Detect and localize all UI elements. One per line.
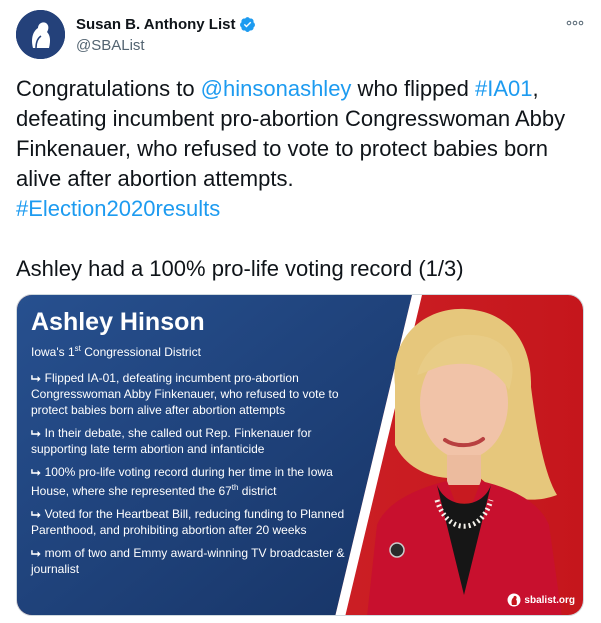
card-bullet-text: district (238, 484, 277, 498)
arrow-icon: ⮡ (31, 546, 41, 560)
site-url-text: sbalist.org (524, 594, 575, 606)
card-bullet-text: Flipped IA-01, defeating incumbent pro-a… (31, 371, 339, 417)
hashtag-link-election[interactable]: #Election2020results (16, 196, 220, 221)
card-bullet: ⮡ mom of two and Emmy award-winning TV br… (31, 545, 361, 577)
tweet-image-card[interactable]: Ashley Hinson Iowa's 1st Congressional D… (16, 294, 584, 616)
tweet-text-segment: defeating incumbent pro-abortion Congres… (16, 106, 566, 191)
tweet-text: Congratulations to @hinsonashley who fli… (16, 74, 586, 284)
tweet-text-segment: , (532, 76, 539, 101)
user-handle[interactable]: @SBAList (76, 37, 145, 54)
more-options-icon[interactable] (564, 12, 586, 34)
hashtag-link-ia01[interactable]: #IA01 (475, 76, 533, 101)
arrow-icon: ⮡ (31, 371, 41, 385)
card-candidate-name: Ashley Hinson (31, 308, 205, 336)
card-bullet-list: ⮡ Flipped IA-01, defeating incumbent pro-… (31, 370, 361, 577)
district-text: Congressional District (80, 345, 201, 359)
verified-badge-icon (240, 17, 256, 32)
tweet-paragraph-1: Congratulations to @hinsonashley who fli… (16, 74, 586, 224)
district-text: Iowa's 1 (31, 345, 75, 359)
tweet-text-segment: who flipped (351, 76, 475, 101)
tweet-paragraph-2: Ashley had a 100% pro-life voting record… (16, 256, 464, 281)
card-bullet-text: 100% pro-life voting record during her t… (31, 465, 333, 498)
card-bullet-text: mom of two and Emmy award-winning TV bro… (31, 546, 345, 576)
arrow-icon: ⮡ (31, 426, 41, 440)
user-display-name[interactable]: Susan B. Anthony List (76, 16, 235, 33)
card-text-block: Ashley Hinson Iowa's 1st Congressional D… (31, 307, 361, 584)
card-district: Iowa's 1st Congressional District (31, 341, 361, 360)
avatar[interactable] (16, 10, 65, 59)
user-name-row: Susan B. Anthony List (76, 16, 256, 33)
card-bullet: ⮡ Flipped IA-01, defeating incumbent pro-… (31, 370, 361, 418)
tweet-header: Susan B. Anthony List @SBAList (16, 10, 586, 62)
card-bullet-text: Voted for the Heartbeat Bill, reducing f… (31, 507, 345, 537)
sba-logo-icon (507, 593, 521, 607)
card-bullet: ⮡ 100% pro-life voting record during her … (31, 464, 361, 499)
arrow-icon: ⮡ (31, 465, 41, 479)
mention-link[interactable]: @hinsonashley (201, 76, 352, 101)
arrow-icon: ⮡ (31, 507, 41, 521)
tweet-text-segment: Congratulations to (16, 76, 201, 101)
card-bullet: ⮡ In their debate, she called out Rep. Fi… (31, 425, 361, 457)
card-bullet-text: In their debate, she called out Rep. Fin… (31, 426, 312, 456)
card-bullet: ⮡ Voted for the Heartbeat Bill, reducing … (31, 506, 361, 538)
card-site-label: sbalist.org (507, 593, 575, 607)
